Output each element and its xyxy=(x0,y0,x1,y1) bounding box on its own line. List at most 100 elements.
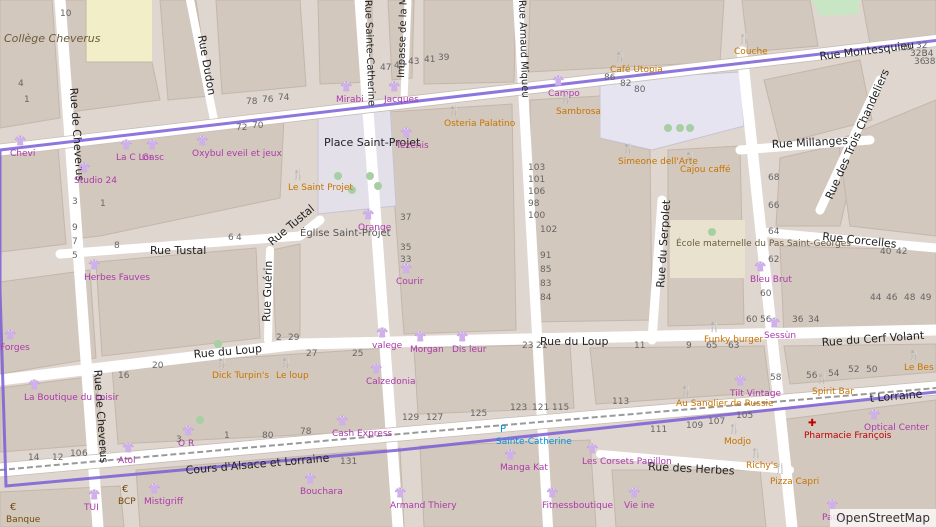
poi-label[interactable]: TUI xyxy=(83,503,99,513)
shop-poi-icon[interactable]: 👚 xyxy=(148,483,160,495)
poi-label[interactable]: Cash Express xyxy=(332,429,393,439)
poi-label[interactable]: Calzedonia xyxy=(366,377,416,387)
shop-poi-icon[interactable]: 👚 xyxy=(400,263,412,275)
shop-poi-icon[interactable]: 👚 xyxy=(546,487,558,499)
food-poi-icon[interactable]: 🍴 xyxy=(684,150,696,163)
food-poi-icon[interactable]: 🍴 xyxy=(708,320,720,333)
poi-label[interactable]: Morgan xyxy=(410,345,444,355)
shop-poi-icon[interactable]: 👚 xyxy=(88,489,100,501)
poi-label[interactable]: Banque xyxy=(6,515,41,525)
poi-label[interactable]: Vie ine xyxy=(624,501,655,511)
food-poi-icon[interactable]: 🍴 xyxy=(280,356,292,369)
poi-label[interactable]: Sainte-Catherine xyxy=(496,437,572,447)
shop-poi-icon[interactable]: 👚 xyxy=(400,127,412,139)
poi-label[interactable]: Gasc xyxy=(142,153,164,163)
food-poi-icon[interactable]: 🍴 xyxy=(216,356,228,369)
shop-poi-icon[interactable]: 👚 xyxy=(362,209,374,221)
poi-label[interactable]: Bouchara xyxy=(300,487,343,497)
shop-poi-icon[interactable]: 👚 xyxy=(196,135,208,147)
poi-label[interactable]: Mistigriff xyxy=(144,497,184,507)
poi-label[interactable]: Jacques xyxy=(383,95,419,105)
food-poi-icon[interactable]: 🍴 xyxy=(750,446,762,459)
shop-poi-icon[interactable]: 👚 xyxy=(336,415,348,427)
attribution[interactable]: OpenStreetMap xyxy=(830,509,936,527)
poi-label[interactable]: Le Bes xyxy=(904,363,934,373)
poi-label[interactable]: Sessùn xyxy=(764,331,796,341)
shop-poi-icon[interactable]: 👚 xyxy=(304,473,316,485)
shop-poi-icon[interactable]: 👚 xyxy=(734,375,746,387)
shop-poi-icon[interactable]: 👚 xyxy=(88,259,100,271)
shop-poi-icon[interactable]: 👚 xyxy=(4,329,16,341)
poi-label[interactable]: Spirit Bar xyxy=(812,387,854,397)
poi-label[interactable]: Café Utopia xyxy=(610,64,663,75)
food-poi-icon[interactable]: 🍴 xyxy=(816,372,828,385)
food-poi-icon[interactable]: 🍴 xyxy=(614,50,626,63)
food-poi-icon[interactable]: 🍴 xyxy=(728,422,740,435)
poi-label[interactable]: Dis leur xyxy=(452,345,487,355)
poi-label[interactable]: La Boutique du Loisir xyxy=(24,393,119,403)
amenity-poi-icon[interactable]: € xyxy=(122,484,128,495)
poi-label[interactable]: Le loup xyxy=(276,371,309,381)
poi-label[interactable]: Sambrosa xyxy=(556,107,601,117)
poi-label[interactable]: Forges xyxy=(0,343,30,353)
food-poi-icon[interactable]: 🍴 xyxy=(774,462,786,475)
poi-label[interactable]: Optical Center xyxy=(864,423,929,433)
poi-label[interactable]: Couche xyxy=(734,47,768,57)
poi-label[interactable]: Atol xyxy=(118,456,136,466)
poi-label[interactable]: Le Saint Projet xyxy=(288,183,353,193)
poi-label[interactable]: Studio 24 xyxy=(74,176,117,186)
poi-label[interactable]: Mirabi xyxy=(336,95,364,105)
shop-poi-icon[interactable]: 👚 xyxy=(370,363,382,375)
poi-label[interactable]: Les Corsets Papillon xyxy=(582,457,672,467)
poi-label[interactable]: BCP xyxy=(118,497,136,507)
food-poi-icon[interactable]: 🍴 xyxy=(560,92,572,105)
shop-poi-icon[interactable]: 👚 xyxy=(182,425,194,437)
shop-poi-icon[interactable]: 👚 xyxy=(628,487,640,499)
food-poi-icon[interactable]: 🍴 xyxy=(448,104,460,117)
poi-label[interactable]: Tilt Vintage xyxy=(729,389,782,399)
shop-poi-icon[interactable]: 👚 xyxy=(146,139,158,151)
poi-label[interactable]: Herbes Fauves xyxy=(84,273,150,283)
shop-poi-icon[interactable]: 👚 xyxy=(388,81,400,93)
poi-label[interactable]: Osteria Palatino xyxy=(444,119,516,129)
food-poi-icon[interactable]: 🍴 xyxy=(738,32,750,45)
transport-poi-icon[interactable]: P xyxy=(500,424,506,435)
shop-poi-icon[interactable]: 👚 xyxy=(456,331,468,343)
shop-poi-icon[interactable]: 👚 xyxy=(120,139,132,151)
poi-label[interactable]: Chevi xyxy=(10,149,35,159)
poi-label[interactable]: Manga Kat xyxy=(500,463,548,473)
poi-label[interactable]: Orange xyxy=(358,223,392,233)
food-poi-icon[interactable]: 🍴 xyxy=(680,384,692,397)
poi-label[interactable]: Cajou caffé xyxy=(680,164,731,175)
poi-label[interactable]: Courir xyxy=(396,277,424,287)
shop-poi-icon[interactable]: 👚 xyxy=(78,162,90,174)
poi-label[interactable]: Pizza Capri xyxy=(770,477,819,487)
shop-poi-icon[interactable]: 👚 xyxy=(340,81,352,93)
poi-label[interactable]: Armand Thiery xyxy=(390,501,457,511)
shop-poi-icon[interactable]: 👚 xyxy=(754,261,766,273)
food-poi-icon[interactable]: 🍴 xyxy=(622,142,634,155)
poi-label[interactable]: Fitnessboutique xyxy=(542,501,614,511)
food-poi-icon[interactable]: 🍴 xyxy=(292,168,304,181)
shop-poi-icon[interactable]: 👚 xyxy=(14,135,26,147)
poi-label[interactable]: Bleu Brut xyxy=(750,275,792,285)
shop-poi-icon[interactable]: 👚 xyxy=(552,75,564,87)
shop-poi-icon[interactable]: 👚 xyxy=(28,379,40,391)
poi-label[interactable]: Oxybul eveil et jeux xyxy=(192,149,282,159)
poi-label[interactable]: Dick Turpin's xyxy=(212,371,269,381)
shop-poi-icon[interactable]: 👚 xyxy=(394,487,406,499)
health-poi-icon[interactable]: ✚ xyxy=(808,418,816,429)
poi-label[interactable]: Modjo xyxy=(724,437,751,447)
food-poi-icon[interactable]: 🍴 xyxy=(908,348,920,361)
poi-label[interactable]: valege xyxy=(372,341,403,351)
shop-poi-icon[interactable]: 👚 xyxy=(376,327,388,339)
shop-poi-icon[interactable]: 👚 xyxy=(504,449,516,461)
poi-label[interactable]: Tezenis xyxy=(395,141,429,151)
shop-poi-icon[interactable]: 👚 xyxy=(586,443,598,455)
shop-poi-icon[interactable]: 👚 xyxy=(868,409,880,421)
poi-label[interactable]: Au Sanglier de Russie xyxy=(676,399,774,409)
amenity-poi-icon[interactable]: € xyxy=(10,502,16,513)
shop-poi-icon[interactable]: 👚 xyxy=(414,331,426,343)
map-canvas[interactable]: Rue de Cheverus Rue de Cheverus Rue Dudo… xyxy=(0,0,936,527)
shop-poi-icon[interactable]: 👚 xyxy=(768,317,780,329)
